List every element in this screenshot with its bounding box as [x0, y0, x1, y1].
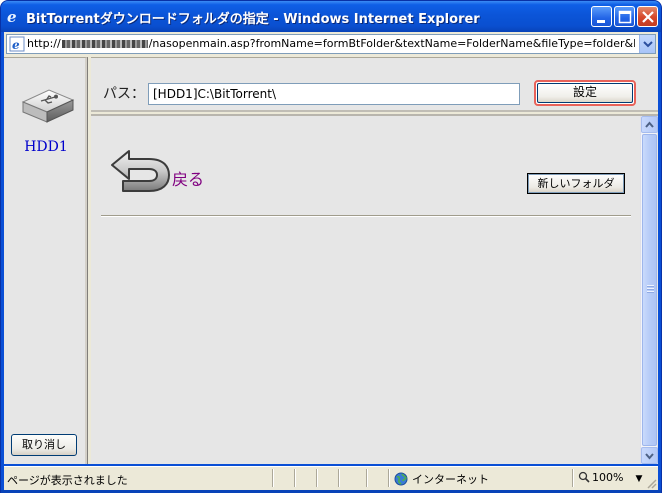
- scroll-down-button[interactable]: [641, 447, 658, 464]
- status-separator: [294, 469, 296, 487]
- set-button-highlight: 設定: [534, 80, 636, 106]
- chevron-up-icon: [645, 121, 654, 128]
- maximize-button[interactable]: [614, 6, 635, 27]
- zoom-level: 100%: [592, 471, 624, 484]
- url-path: /nasopenmain.asp?fromName=formBtFolder&t…: [148, 37, 635, 50]
- minimize-button[interactable]: [591, 6, 612, 27]
- drive-pane: HDD1 取り消し: [4, 57, 88, 464]
- set-button[interactable]: 設定: [537, 83, 633, 103]
- browser-window: e BitTorrentダウンロードフォルダの指定 - Windows Inte…: [0, 0, 662, 493]
- drive-label-hdd1[interactable]: HDD1: [4, 139, 88, 155]
- back-arrow-icon[interactable]: [109, 148, 173, 194]
- maximize-icon: [618, 10, 632, 24]
- globe-icon: [394, 472, 408, 486]
- new-folder-button[interactable]: 新しいフォルダ: [527, 173, 625, 194]
- back-link[interactable]: 戻る: [172, 166, 204, 190]
- resize-grip-icon[interactable]: [645, 477, 657, 489]
- title-bar[interactable]: e BitTorrentダウンロードフォルダの指定 - Windows Inte…: [1, 1, 661, 32]
- status-separator: [338, 469, 340, 487]
- zone-label: インターネット: [412, 473, 489, 486]
- minimize-icon: [597, 20, 605, 23]
- path-bar: パス： [HDD1]C:\BitTorrent\ 設定: [91, 57, 658, 112]
- url-text[interactable]: http:// /nasopenmain.asp?fromName=formBtF…: [27, 37, 635, 50]
- status-text: ページが表示されました: [7, 474, 128, 487]
- redacted-host: [61, 40, 148, 48]
- zoom-control[interactable]: 100% ▼: [578, 471, 642, 484]
- chevron-down-icon: [645, 453, 654, 460]
- security-zone[interactable]: インターネット: [394, 471, 489, 487]
- path-input[interactable]: [HDD1]C:\BitTorrent\: [148, 83, 520, 105]
- chevron-down-icon: [643, 41, 653, 48]
- status-separator: [572, 469, 574, 487]
- address-field[interactable]: e http:// /nasopenmain.asp?fromName=formB…: [6, 34, 656, 54]
- folder-pane: 戻る 新しいフォルダ: [91, 114, 658, 464]
- zoom-dropdown-icon: ▼: [635, 474, 643, 484]
- status-separator: [366, 469, 368, 487]
- scroll-thumb[interactable]: [642, 134, 657, 446]
- vertical-scrollbar[interactable]: [640, 116, 658, 464]
- close-button[interactable]: [637, 6, 658, 27]
- divider: [101, 215, 631, 217]
- window-title: BitTorrentダウンロードフォルダの指定 - Windows Intern…: [26, 12, 480, 27]
- ie-logo-icon: e: [7, 8, 17, 26]
- status-separator: [388, 469, 390, 487]
- cancel-button[interactable]: 取り消し: [11, 434, 77, 456]
- usb-drive-icon[interactable]: [19, 82, 75, 126]
- status-bar: ページが表示されました インターネット 100% ▼: [4, 466, 658, 490]
- address-dropdown-button[interactable]: [639, 35, 655, 53]
- scroll-up-button[interactable]: [641, 116, 658, 133]
- path-label: パス：: [103, 86, 145, 102]
- magnifier-icon: [578, 471, 590, 483]
- page-content: HDD1 取り消し パス： [HDD1]C:\BitTorrent\ 設定 戻る…: [4, 57, 658, 464]
- url-prefix: http://: [27, 37, 61, 50]
- status-separator: [272, 469, 274, 487]
- status-separator: [316, 469, 318, 487]
- svg-text:e: e: [12, 38, 20, 52]
- close-icon: [642, 11, 654, 23]
- address-bar: e http:// /nasopenmain.asp?fromName=formB…: [4, 32, 658, 57]
- page-icon: e: [9, 36, 25, 52]
- scroll-grip: [647, 285, 654, 294]
